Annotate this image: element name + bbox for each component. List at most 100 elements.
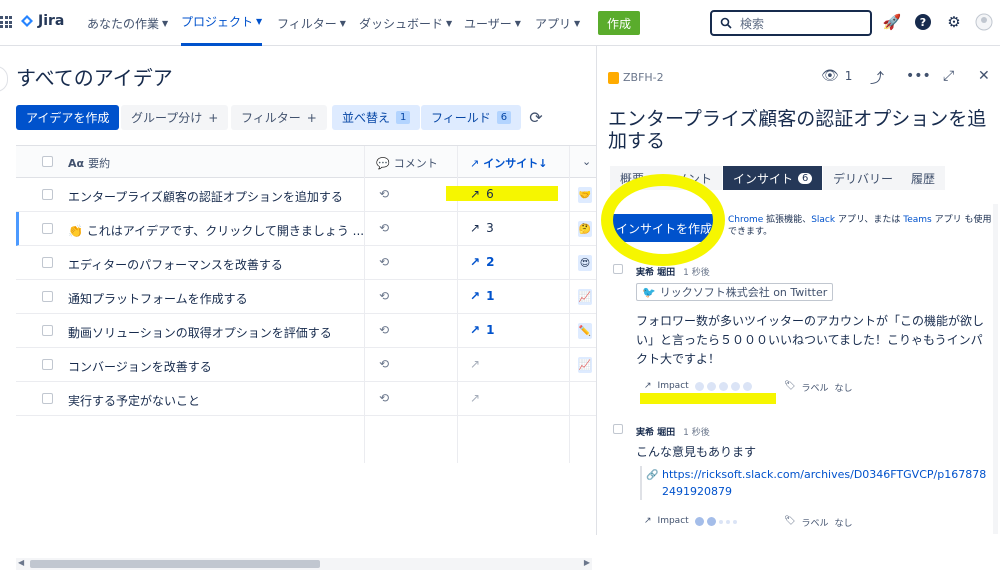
jira-logo[interactable]: Jira	[20, 13, 64, 29]
app-switcher-icon[interactable]	[0, 16, 12, 28]
row-checkbox[interactable]	[42, 393, 53, 404]
scroll-right-icon[interactable]: ▶	[584, 558, 590, 567]
column-insights[interactable]: ↗ インサイト↓	[470, 155, 547, 171]
row-checkbox[interactable]	[42, 325, 53, 336]
impact-rating[interactable]: ↗ Impact	[644, 381, 752, 391]
row-title[interactable]: エンタープライズ顧客の認証オプションを追加する	[68, 188, 343, 205]
row-title[interactable]: 動画ソリューションの取得オプションを評価する	[68, 324, 332, 341]
impact-dots[interactable]	[694, 516, 737, 526]
tab-delivery[interactable]: デリバリー	[823, 166, 904, 190]
insight-checkbox[interactable]	[613, 424, 623, 434]
avatar[interactable]	[974, 12, 994, 32]
column-summary[interactable]: Aα 要約	[68, 155, 110, 171]
labels-value: なし	[834, 384, 853, 394]
insight-count[interactable]: ↗	[470, 391, 486, 405]
insight-count[interactable]: ↗ 1	[470, 323, 494, 337]
notifications-rocket-icon[interactable]: 🚀	[882, 12, 902, 32]
comment-icon[interactable]: ⟲	[379, 221, 389, 235]
comment-icon[interactable]: ⟲	[379, 357, 389, 371]
sidebar-collapse-handle[interactable]	[0, 66, 8, 92]
comment-icon[interactable]: ⟲	[379, 255, 389, 269]
select-all-checkbox[interactable]	[42, 156, 53, 167]
emoji-field[interactable]: ✏️	[578, 323, 592, 339]
column-comments[interactable]: 💬 コメント	[376, 155, 438, 171]
slack-link[interactable]: https://ricksoft.slack.com/archives/D034…	[662, 468, 986, 498]
impact-rating[interactable]: ↗ Impact	[644, 516, 737, 526]
tab-insights[interactable]: インサイト 6	[723, 166, 823, 190]
insight-checkbox[interactable]	[613, 264, 623, 274]
emoji-field[interactable]: 📈	[578, 357, 592, 373]
more-icon[interactable]: •••	[906, 68, 931, 84]
group-by-button[interactable]: グループ分け +	[121, 105, 229, 130]
emoji-field[interactable]: 🤝	[578, 187, 592, 203]
table-row[interactable]: 通知プラットフォームを作成する ⟲ ↗ 1 📈	[16, 280, 596, 314]
emoji-field[interactable]: 📈	[578, 289, 592, 305]
insight-count[interactable]: ↗ 6	[470, 187, 494, 201]
row-checkbox[interactable]	[42, 291, 53, 302]
nav-dashboards[interactable]: ダッシュボード ▼	[359, 0, 452, 46]
horizontal-scrollbar[interactable]: ◀ ▶	[16, 558, 592, 570]
insight-count[interactable]: ↗ 1	[470, 289, 494, 303]
nav-apps[interactable]: アプリ ▼	[535, 0, 580, 46]
idea-title[interactable]: エンタープライズ顧客の認証オプションを追加する	[608, 108, 998, 152]
nav-your-work[interactable]: あなたの作業 ▼	[87, 0, 168, 46]
row-title[interactable]: エディターのパフォーマンスを改善する	[68, 256, 283, 273]
fields-button[interactable]: フィールド 6	[421, 105, 522, 130]
table-row[interactable]: エンタープライズ顧客の認証オプションを追加する ⟲ ↗ 6 🤝	[16, 178, 596, 212]
hint-link-teams[interactable]: Teams	[903, 215, 931, 225]
filter-button[interactable]: フィルター +	[231, 105, 327, 130]
refresh-icon[interactable]: ⟳	[524, 105, 548, 129]
sort-button[interactable]: 並べ替え 1	[332, 105, 421, 130]
comment-icon[interactable]: ⟲	[379, 289, 389, 303]
emoji-field[interactable]: 😍	[578, 255, 592, 271]
help-icon[interactable]: ?	[913, 12, 933, 32]
labels-field[interactable]: 🏷 ラベル なし	[784, 516, 852, 529]
scroll-left-icon[interactable]: ◀	[18, 558, 24, 567]
table-row[interactable]: コンバージョンを改善する ⟲ ↗ 📈	[16, 348, 596, 382]
plus-icon: +	[306, 110, 317, 125]
row-title[interactable]: 実行する予定がないこと	[68, 392, 200, 409]
insight-count[interactable]: ↗	[470, 357, 486, 371]
watchers[interactable]: 👁 1	[821, 68, 852, 84]
tab-history[interactable]: 履歴	[901, 166, 946, 190]
row-checkbox[interactable]	[42, 257, 53, 268]
vertical-scrollbar[interactable]	[993, 204, 998, 534]
impact-dots[interactable]	[694, 381, 752, 391]
hint-link-chrome[interactable]: Chrome	[728, 215, 763, 225]
comment-icon[interactable]: ⟲	[379, 323, 389, 337]
hint-link-slack[interactable]: Slack	[811, 215, 835, 225]
close-icon[interactable]: ✕	[978, 68, 990, 84]
insight-count[interactable]: ↗ 3	[470, 221, 494, 235]
table-row[interactable]: 動画ソリューションの取得オプションを評価する ⟲ ↗ 1 ✏️	[16, 314, 596, 348]
nav-filters[interactable]: フィルター ▼	[277, 0, 346, 46]
share-icon[interactable]: ⤴	[870, 68, 884, 88]
labels-field[interactable]: 🏷 ラベル なし	[784, 381, 852, 394]
nav-label: ユーザー	[464, 16, 512, 31]
column-more-chevron-icon[interactable]: ⌄	[582, 155, 591, 168]
row-checkbox[interactable]	[42, 189, 53, 200]
insight-count[interactable]: ↗ 2	[470, 255, 494, 269]
comment-icon[interactable]: ⟲	[379, 187, 389, 201]
create-button[interactable]: 作成	[598, 11, 640, 35]
search-input[interactable]: 検索	[710, 10, 872, 36]
settings-gear-icon[interactable]: ⚙	[944, 12, 964, 32]
row-title[interactable]: コンバージョンを改善する	[68, 358, 212, 375]
row-title[interactable]: 👏 これはアイデアです、クリックして開きましょう ...	[68, 222, 364, 239]
nav-projects[interactable]: プロジェクト ▼	[181, 0, 263, 46]
tab-count-badge: 6	[798, 172, 813, 184]
nav-users[interactable]: ユーザー ▼	[464, 0, 521, 46]
row-checkbox[interactable]	[42, 359, 53, 370]
expand-icon[interactable]: ⤢	[943, 68, 954, 84]
insight-source-tag[interactable]: 🐦 リックソフト株式会社 on Twitter	[636, 283, 834, 301]
table-row[interactable]: エディターのパフォーマンスを改善する ⟲ ↗ 2 😍	[16, 246, 596, 280]
comment-icon[interactable]: ⟲	[379, 391, 389, 405]
emoji-field[interactable]: 🤔	[578, 221, 592, 237]
table-row[interactable]: 実行する予定がないこと ⟲ ↗	[16, 382, 596, 416]
author-name: 実希 堀田	[636, 268, 676, 278]
table-row[interactable]: 👏 これはアイデアです、クリックして開きましょう ... ⟲ ↗ 3 🤔	[16, 212, 596, 246]
issue-key[interactable]: ZBFH-2	[608, 71, 664, 84]
row-checkbox[interactable]	[42, 223, 53, 234]
row-title[interactable]: 通知プラットフォームを作成する	[68, 290, 248, 307]
scrollbar-thumb[interactable]	[30, 560, 320, 568]
create-idea-button[interactable]: アイデアを作成	[16, 105, 120, 130]
